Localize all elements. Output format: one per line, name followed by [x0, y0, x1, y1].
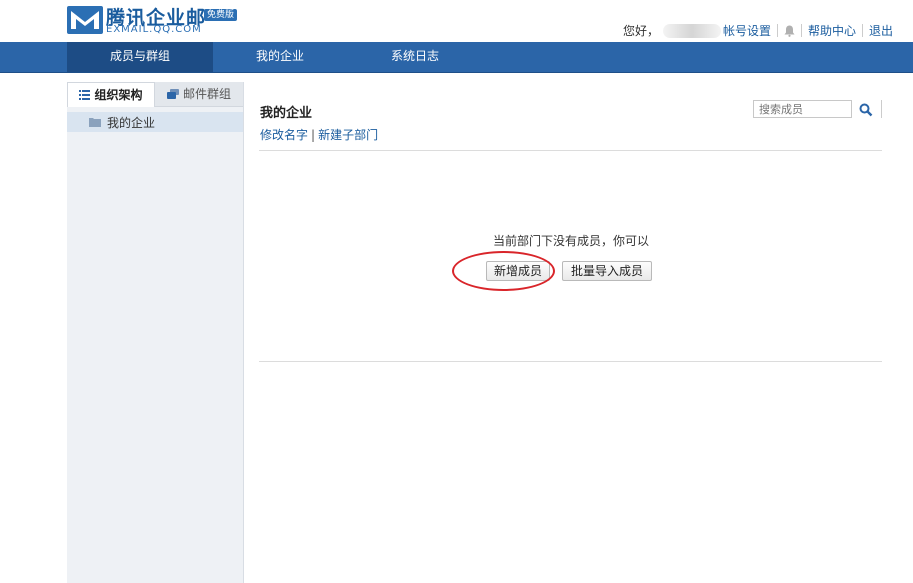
sidebar-tab-org-structure[interactable]: 组织架构 — [67, 82, 155, 107]
tab-my-enterprise[interactable]: 我的企业 — [213, 42, 347, 72]
tab-members-groups[interactable]: 成员与群组 — [67, 42, 213, 72]
main-panel: 我的企业 修改名字|新建子部门 当前部门下没有成员，你可以 新增成员 批量导入成… — [244, 82, 913, 583]
action-separator: | — [311, 128, 316, 142]
sidebar-tabs: 组织架构 邮件群组 — [67, 82, 243, 107]
divider — [776, 24, 778, 37]
blurred-username — [662, 23, 721, 38]
divider — [800, 24, 802, 37]
logout-link[interactable]: 退出 — [869, 22, 893, 39]
header: 腾讯企业邮 免费版 EXMAIL.QQ.COM 您好， 帐号设置 帮助中心 退出 — [0, 0, 913, 42]
exmail-logo-icon[interactable] — [67, 6, 103, 34]
brand-domain: EXMAIL.QQ.COM — [106, 24, 202, 35]
search-member-input[interactable] — [753, 100, 852, 118]
empty-message: 当前部门下没有成员，你可以 — [493, 234, 650, 248]
highlight-circle — [452, 251, 555, 291]
greeting-text: 您好， — [622, 24, 659, 38]
sidebar: 组织架构 邮件群组 我的企业 — [67, 82, 244, 583]
divider — [861, 24, 863, 37]
bell-icon[interactable] — [784, 25, 795, 37]
sidebar-tab-label: 组织架构 — [94, 88, 143, 102]
rename-link[interactable]: 修改名字 — [260, 128, 308, 142]
user-links: 您好， 帐号设置 帮助中心 退出 — [623, 22, 893, 39]
brand-badge: 免费版 — [204, 9, 238, 21]
sidebar-tab-label: 邮件群组 — [182, 87, 231, 101]
tree-item-label: 我的企业 — [107, 115, 156, 130]
tab-system-log[interactable]: 系统日志 — [347, 42, 483, 72]
dept-actions: 修改名字 | 新建子部门 — [260, 126, 378, 143]
list-icon — [79, 90, 91, 100]
bulk-import-button[interactable]: 批量导入成员 — [562, 261, 652, 281]
search-icon[interactable] — [858, 102, 874, 118]
divider — [259, 361, 882, 362]
help-center-link[interactable]: 帮助中心 — [808, 22, 856, 39]
tree-item-my-enterprise[interactable]: 我的企业 — [67, 112, 243, 132]
account-settings-link[interactable]: 帐号设置 — [723, 22, 771, 39]
folder-icon — [89, 118, 101, 127]
group-mail-icon — [166, 89, 179, 99]
top-nav: 成员与群组 我的企业 系统日志 — [0, 42, 913, 73]
sidebar-tab-mail-groups[interactable]: 邮件群组 — [155, 82, 243, 106]
new-subdept-link[interactable]: 新建子部门 — [318, 128, 378, 142]
page-title: 我的企业 — [260, 106, 313, 121]
divider — [881, 100, 882, 118]
divider — [259, 150, 882, 151]
